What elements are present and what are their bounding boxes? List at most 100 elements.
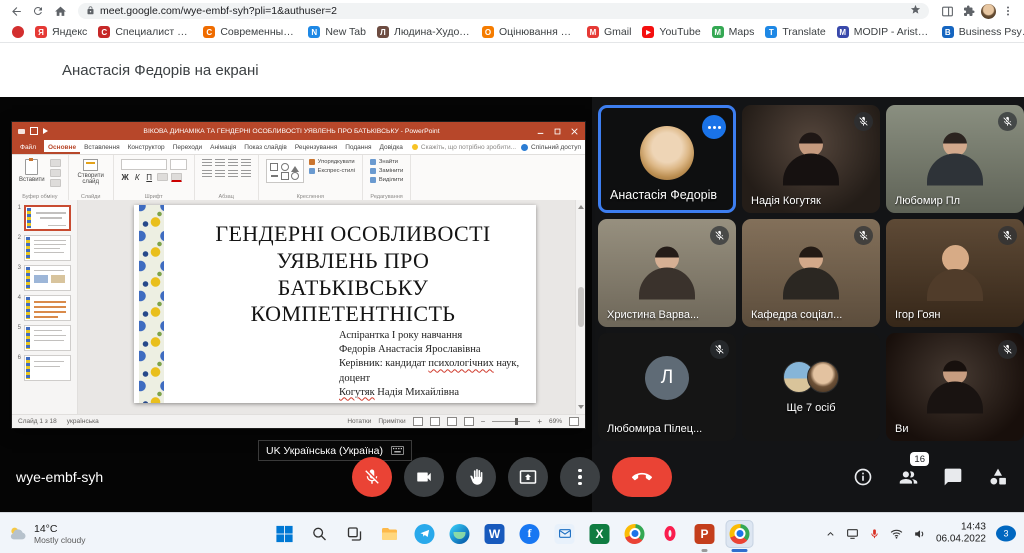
save-icon[interactable] bbox=[18, 129, 25, 134]
slide-thumbnail[interactable] bbox=[24, 355, 71, 381]
bookmark-star-icon[interactable] bbox=[910, 2, 921, 20]
indent-icon[interactable] bbox=[228, 170, 238, 178]
reading-view-button[interactable] bbox=[447, 417, 457, 426]
slide-thumbnail[interactable] bbox=[24, 265, 71, 291]
excel-button[interactable]: X bbox=[586, 520, 614, 548]
maximize-button[interactable] bbox=[549, 122, 566, 140]
participant-tile[interactable]: Л Любомира Пілец... bbox=[598, 333, 736, 441]
scroll-up-icon[interactable] bbox=[578, 202, 584, 209]
slide-thumbnail[interactable] bbox=[24, 205, 71, 231]
slide-thumbnail[interactable] bbox=[24, 325, 71, 351]
normal-view-button[interactable] bbox=[413, 417, 423, 426]
start-button[interactable] bbox=[271, 520, 299, 548]
find-button[interactable]: Знайти bbox=[370, 159, 403, 165]
end-call-button[interactable] bbox=[612, 457, 672, 497]
text-shadow-icon[interactable] bbox=[157, 173, 168, 181]
participant-tile[interactable]: Кафедра соціал... bbox=[742, 219, 880, 327]
home-button[interactable] bbox=[50, 2, 70, 20]
participant-tile[interactable]: Ігор Гоян bbox=[886, 219, 1024, 327]
weather-widget[interactable]: 14°C Mostly cloudy bbox=[8, 523, 86, 545]
shapes-gallery[interactable] bbox=[266, 159, 304, 183]
telegram-button[interactable] bbox=[411, 520, 439, 548]
new-slide-button[interactable]: Створити слайд bbox=[76, 159, 106, 185]
word-button[interactable]: W bbox=[481, 520, 509, 548]
align-center-icon[interactable] bbox=[215, 159, 225, 167]
tell-me-box[interactable]: Скажіть, що потрібно зробити... bbox=[412, 144, 516, 151]
zoom-in-button[interactable]: + bbox=[537, 418, 542, 426]
participant-tile[interactable]: Надія Когутяк bbox=[742, 105, 880, 213]
more-options-button[interactable] bbox=[560, 457, 600, 497]
file-explorer-button[interactable] bbox=[376, 520, 404, 548]
tab-design[interactable]: Конструктор bbox=[124, 140, 169, 154]
raise-hand-button[interactable] bbox=[456, 457, 496, 497]
vertical-scrollbar[interactable] bbox=[575, 200, 585, 414]
profile-avatar[interactable] bbox=[981, 4, 996, 19]
line-spacing-icon[interactable] bbox=[241, 170, 251, 178]
wifi-icon[interactable] bbox=[890, 527, 903, 540]
chrome-active-button[interactable] bbox=[726, 520, 754, 548]
numbering-icon[interactable] bbox=[215, 170, 225, 178]
participants-button[interactable]: 16 bbox=[896, 465, 920, 489]
browser-menu-button[interactable] bbox=[998, 2, 1018, 20]
slideshow-icon[interactable] bbox=[43, 128, 51, 134]
zoom-slider[interactable] bbox=[492, 421, 530, 422]
bold-button[interactable]: Ж bbox=[121, 173, 130, 182]
replace-button[interactable]: Замінити bbox=[370, 168, 403, 174]
refresh-button[interactable] bbox=[28, 2, 48, 20]
slideshow-view-button[interactable] bbox=[464, 417, 474, 426]
back-button[interactable] bbox=[6, 2, 26, 20]
extensions-icon[interactable] bbox=[959, 2, 979, 20]
tab-help[interactable]: Довідка bbox=[376, 140, 407, 154]
quick-styles-button[interactable]: Експрес-стилі bbox=[309, 168, 355, 174]
meeting-details-button[interactable] bbox=[851, 465, 875, 489]
chat-button[interactable] bbox=[941, 465, 965, 489]
bookmark-item[interactable]: ООцінювання персо... bbox=[478, 25, 580, 39]
hidden-icons-chevron[interactable] bbox=[825, 528, 836, 539]
lock-icon[interactable] bbox=[86, 2, 95, 20]
slide-thumbnail[interactable] bbox=[24, 235, 71, 261]
italic-button[interactable]: К bbox=[133, 173, 142, 182]
search-button[interactable] bbox=[306, 520, 334, 548]
task-view-button[interactable] bbox=[341, 520, 369, 548]
chrome-button[interactable] bbox=[621, 520, 649, 548]
minimize-button[interactable] bbox=[532, 122, 549, 140]
bullets-icon[interactable] bbox=[202, 170, 212, 178]
tab-home[interactable]: Основне bbox=[44, 140, 80, 154]
participant-tile-self[interactable]: Ви bbox=[886, 333, 1024, 441]
edge-button[interactable] bbox=[446, 520, 474, 548]
present-button[interactable] bbox=[508, 457, 548, 497]
slide-thumbnail[interactable] bbox=[24, 295, 71, 321]
tab-file[interactable]: Файл bbox=[12, 140, 44, 154]
align-left-icon[interactable] bbox=[202, 159, 212, 167]
mail-button[interactable] bbox=[551, 520, 579, 548]
more-participants-tile[interactable]: Ще 7 осіб bbox=[742, 333, 880, 441]
bookmark-item[interactable]: ЛЛюдина-Художнiй... bbox=[373, 25, 475, 39]
activities-button[interactable] bbox=[986, 465, 1010, 489]
undo-icon[interactable] bbox=[30, 127, 38, 135]
format-painter-icon[interactable] bbox=[50, 179, 61, 187]
bookmark-item[interactable]: ЯЯндекс bbox=[31, 25, 91, 39]
bookmark-icon-only[interactable] bbox=[8, 25, 28, 39]
arrange-button[interactable]: Упорядкувати bbox=[309, 159, 355, 165]
tab-insert[interactable]: Вставлення bbox=[80, 140, 124, 154]
display-icon[interactable] bbox=[846, 527, 859, 540]
bookmark-item[interactable]: MMaps bbox=[708, 25, 759, 39]
taskbar-clock[interactable]: 14:43 06.04.2022 bbox=[936, 521, 986, 546]
align-right-icon[interactable] bbox=[228, 159, 238, 167]
proofing-language[interactable]: українська bbox=[67, 418, 99, 425]
tab-slideshow[interactable]: Показ слайдів bbox=[240, 140, 291, 154]
paste-button[interactable]: Вставити bbox=[19, 159, 45, 183]
tile-options-button[interactable] bbox=[702, 115, 726, 139]
bookmark-item[interactable]: BBusiness Psycholog... bbox=[938, 25, 1024, 39]
bookmark-item[interactable]: MGmail bbox=[583, 25, 635, 39]
copy-icon[interactable] bbox=[50, 169, 61, 177]
cut-icon[interactable] bbox=[50, 159, 61, 167]
justify-icon[interactable] bbox=[241, 159, 251, 167]
side-panel-button[interactable] bbox=[937, 2, 957, 20]
opera-button[interactable] bbox=[656, 520, 684, 548]
comments-button[interactable]: Примітки bbox=[378, 418, 405, 425]
bookmark-item[interactable]: TTranslate bbox=[761, 25, 829, 39]
participant-tile-anastasiia[interactable]: Анастасія Федорів bbox=[598, 105, 736, 213]
tab-review[interactable]: Рецензування bbox=[291, 140, 341, 154]
tab-view[interactable]: Подання bbox=[341, 140, 375, 154]
